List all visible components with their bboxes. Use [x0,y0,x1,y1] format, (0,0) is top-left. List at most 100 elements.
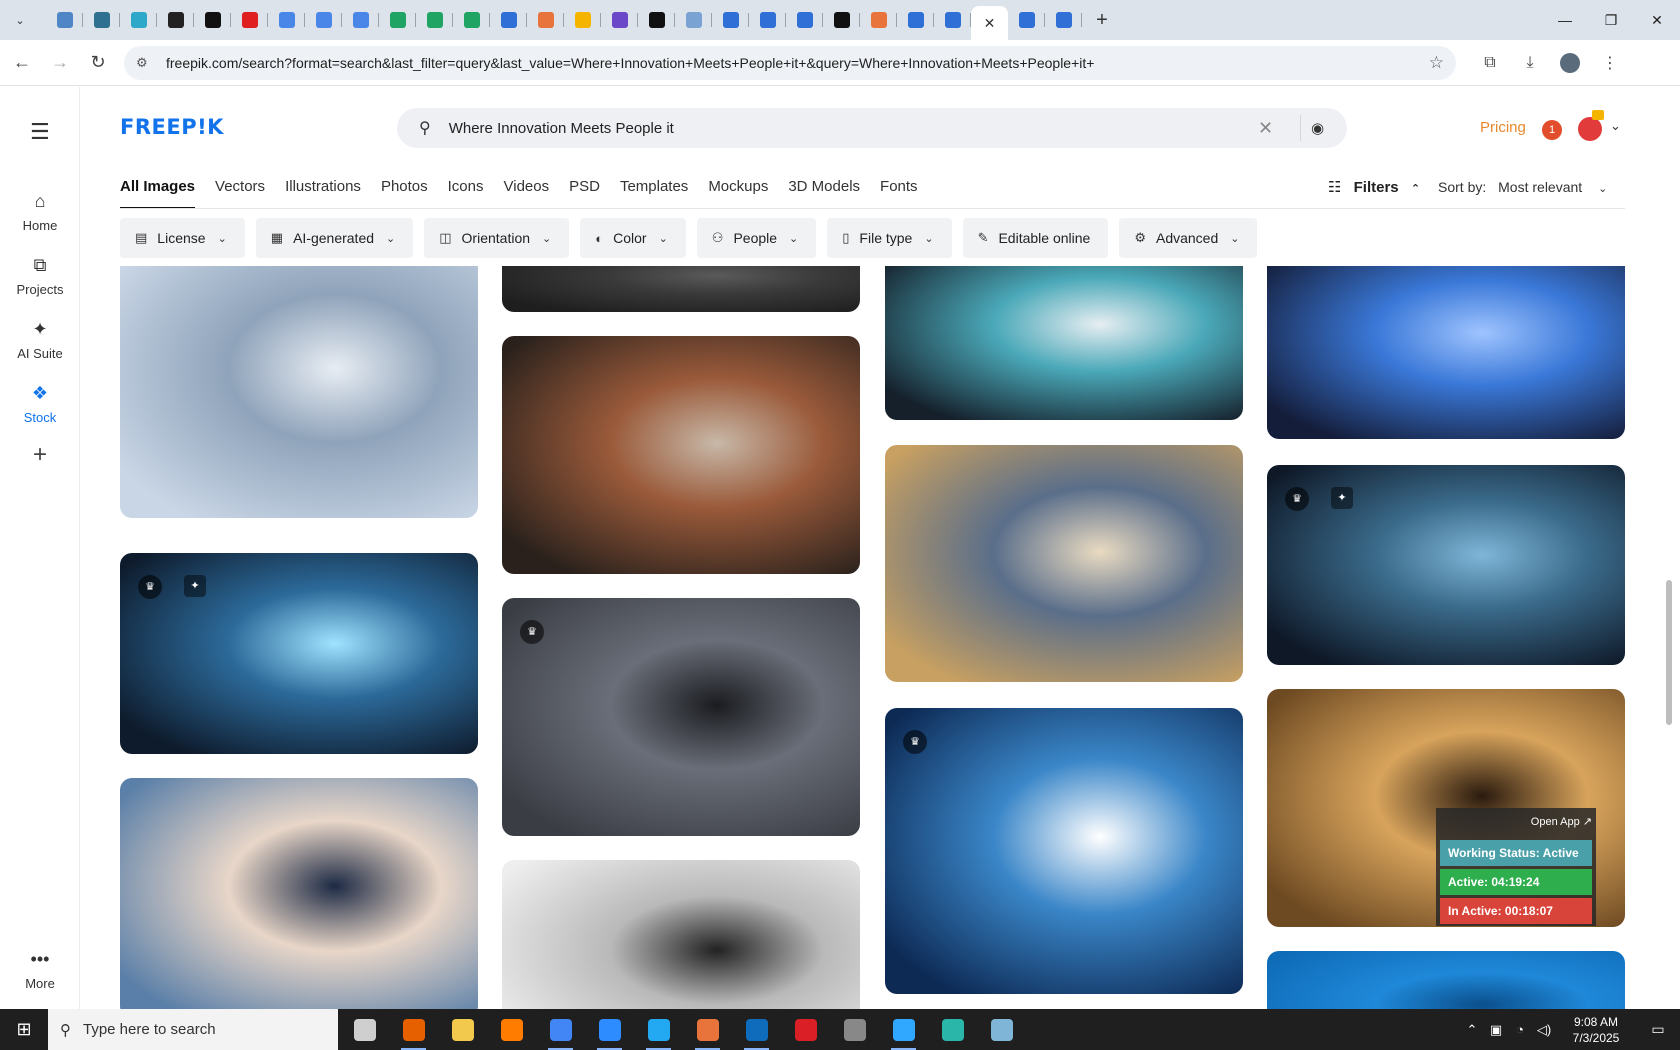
extensions-icon[interactable]: ⧉ [1470,47,1510,79]
browser-tab[interactable] [194,4,231,36]
browser-tab[interactable] [897,4,934,36]
filter-chip[interactable]: ✎ Editable online [962,218,1109,258]
browser-tab[interactable] [749,4,786,36]
taskbar-app-app-teal[interactable] [928,1009,977,1050]
type-tab[interactable]: Vectors [215,178,265,209]
search-input[interactable]: Where Innovation Meets People it [449,120,1258,137]
image-card[interactable]: ♛ ✦ [120,553,478,754]
close-window-icon[interactable]: ✕ [1634,0,1680,40]
sort-dropdown[interactable]: Sort by: Most relevant ⌄ [1438,179,1607,195]
open-app-link[interactable]: Open App ↗ [1531,815,1592,828]
image-card[interactable] [1267,266,1625,439]
type-tab[interactable]: All Images [120,178,196,209]
taskbar-app-illustrator[interactable] [487,1009,536,1050]
notification-center-icon[interactable]: ▭ [1636,1021,1680,1038]
type-tab[interactable]: PSD [569,178,600,209]
volume-icon[interactable]: ◁) [1532,1022,1556,1038]
add-icon[interactable]: + [22,437,58,473]
windows-start-icon[interactable]: ⊞ [0,1009,48,1050]
hamburger-menu-icon[interactable]: ☰ [30,119,50,145]
tray-chevron-icon[interactable]: ⌃ [1460,1022,1484,1038]
image-card[interactable]: ♛ [502,598,860,836]
freepik-logo[interactable]: FREEP!K [120,115,224,139]
new-tab-button[interactable]: + [1088,6,1116,34]
filter-chip[interactable]: ▤ License ⌄ [120,218,245,258]
filter-chip[interactable]: ⚙ Advanced ⌄ [1119,218,1258,258]
image-card[interactable] [502,266,860,312]
taskbar-app-vscode[interactable] [634,1009,683,1050]
browser-tab[interactable] [934,4,971,36]
taskbar-app-file-explorer[interactable] [438,1009,487,1050]
filter-chip[interactable]: ◐ Color ⌄ [580,218,686,258]
rail-item-projects[interactable]: ⧉ Projects [0,255,80,297]
image-card[interactable]: ♛ ✦ [1267,465,1625,665]
forward-icon[interactable]: → [44,47,76,79]
browser-tab[interactable] [231,4,268,36]
reload-icon[interactable]: ↻ [82,47,114,79]
browser-tab[interactable] [305,4,342,36]
restore-icon[interactable]: ❐ [1588,0,1634,40]
browser-tab[interactable] [46,4,83,36]
type-tab[interactable]: Fonts [880,178,918,209]
taskbar-app-photoshop[interactable] [879,1009,928,1050]
minimize-icon[interactable]: — [1542,0,1588,40]
browser-tab[interactable] [712,4,749,36]
browser-tab[interactable] [564,4,601,36]
account-chevron-icon[interactable]: ⌄ [1610,118,1621,134]
type-tab[interactable]: Photos [381,178,428,209]
site-settings-icon[interactable]: ⚙ [136,55,156,71]
taskbar-app-creative-cloud[interactable] [781,1009,830,1050]
type-tab[interactable]: Videos [504,178,550,209]
browser-tab[interactable] [268,4,305,36]
filter-chip[interactable]: ▦ AI-generated ⌄ [255,218,414,258]
browser-tab[interactable] [1008,4,1045,36]
rail-item-stock[interactable]: ❖ Stock [0,383,80,425]
clear-search-icon[interactable]: ✕ [1258,118,1288,139]
camera-search-icon[interactable]: ◉ [1311,119,1347,137]
image-card[interactable] [120,778,478,1009]
image-card[interactable] [885,445,1243,682]
network-icon[interactable]: ▣ [1484,1022,1508,1038]
back-icon[interactable]: ← [6,47,38,79]
browser-tab[interactable] [416,4,453,36]
taskbar-search[interactable]: ⚲ Type here to search [48,1009,338,1050]
taskbar-clock[interactable]: 9:08 AM 7/3/2025 [1556,1014,1636,1046]
bookmark-star-icon[interactable]: ☆ [1429,53,1444,73]
taskbar-app-task-view[interactable] [340,1009,389,1050]
page-scrollbar[interactable] [1664,96,1674,1009]
browser-tab[interactable] [83,4,120,36]
taskbar-app-chrome[interactable] [536,1009,585,1050]
wifi-icon[interactable]: ◔ [1508,1022,1532,1037]
image-card[interactable] [1267,951,1625,1009]
taskbar-app-zoom[interactable] [585,1009,634,1050]
browser-tab[interactable] [490,4,527,36]
image-card[interactable] [502,336,860,574]
taskbar-app-app-notepad[interactable] [977,1009,1026,1050]
rail-item-more[interactable]: ••• More [0,949,80,991]
image-card[interactable] [502,860,860,1009]
taskbar-app-pen-tool[interactable] [830,1009,879,1050]
browser-tab[interactable] [823,4,860,36]
browser-tab-active[interactable]: ✕ [971,6,1008,40]
search-bar[interactable]: ⚲ Where Innovation Meets People it ✕ ◉ [397,108,1347,148]
browser-tab[interactable] [453,4,490,36]
image-card[interactable] [120,266,478,518]
browser-tab[interactable] [786,4,823,36]
browser-tab[interactable] [601,4,638,36]
download-icon[interactable]: ⤓ [1510,47,1550,79]
image-card[interactable] [885,266,1243,420]
url-text[interactable]: freepik.com/search?format=search&last_fi… [166,55,1429,71]
browser-tab[interactable] [860,4,897,36]
type-tab[interactable]: Templates [620,178,688,209]
rail-item-ai-suite[interactable]: ✦ AI Suite [0,319,80,361]
scrollbar-thumb[interactable] [1666,580,1672,725]
browser-tab[interactable] [675,4,712,36]
filter-chip[interactable]: ◫ Orientation ⌄ [424,218,570,258]
tab-search-chevron-icon[interactable]: ⌄ [8,8,32,32]
type-tab[interactable]: Illustrations [285,178,361,209]
rail-item-home[interactable]: ⌂ Home [0,191,80,233]
address-bar[interactable]: ⚙ freepik.com/search?format=search&last_… [124,45,1456,80]
type-tab[interactable]: Mockups [708,178,768,209]
browser-menu-icon[interactable]: ⋮ [1590,47,1630,79]
filter-chip[interactable]: ⚇ People ⌄ [696,218,817,258]
